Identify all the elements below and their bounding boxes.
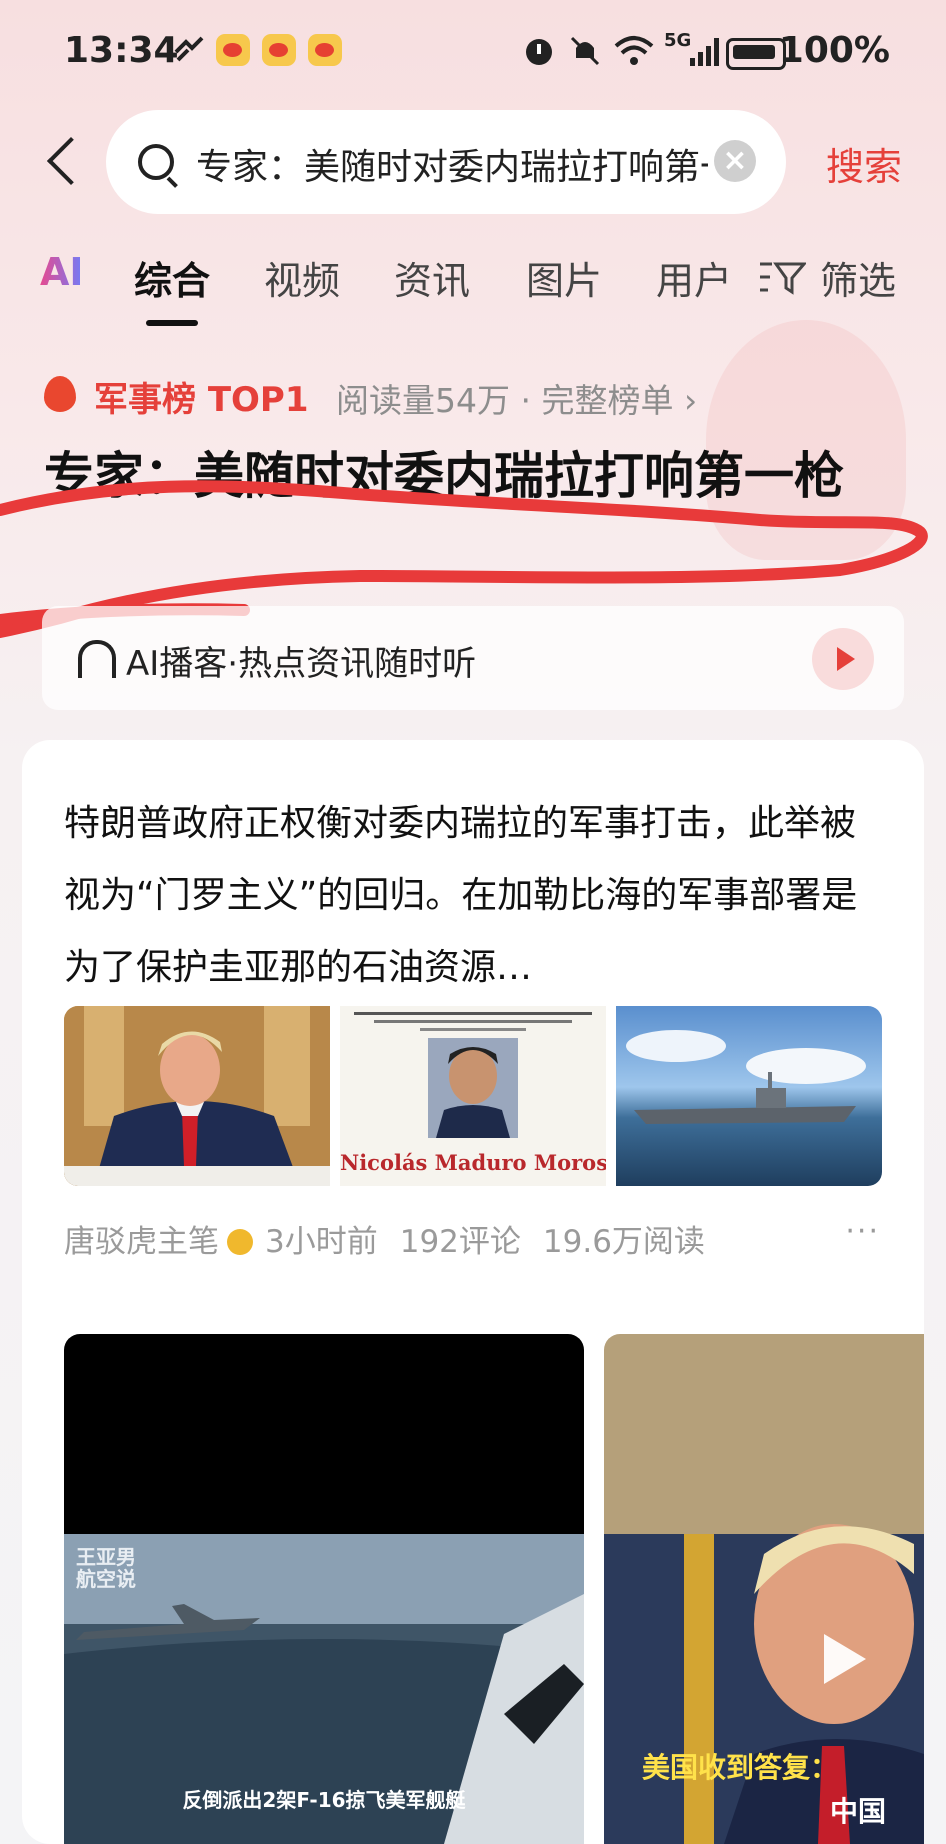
search-button[interactable]: 搜索 <box>826 136 902 191</box>
warship-photo[interactable] <box>616 1006 882 1186</box>
alarm-icon <box>522 34 556 75</box>
maduro-wanted-poster[interactable]: Nicolás Maduro Moros <box>340 1006 606 1186</box>
tab-users[interactable]: 用户 <box>656 250 732 305</box>
publish-time: 3小时前 <box>265 1224 378 1260</box>
tab-ai[interactable]: AI <box>40 250 84 294</box>
comment-count: 192评论 <box>399 1224 521 1260</box>
clear-icon[interactable]: × <box>714 140 756 182</box>
video-caption-line1: 美国收到答复： <box>642 1751 839 1784</box>
battery-icon <box>726 38 786 70</box>
link-icon <box>172 34 208 71</box>
video-thumbnail-trump[interactable]: 美国收到答复： 中国 <box>604 1334 924 1844</box>
weibo-icon <box>216 34 250 66</box>
network-type: 5G <box>664 30 692 51</box>
tab-video[interactable]: 视频 <box>264 250 340 305</box>
video-thumbnail-jet[interactable]: 王亚男 航空说 反倒派出2架F-16掠飞美军舰艇 <box>64 1334 584 1844</box>
video-caption: 反倒派出2架F-16掠飞美军舰艇 <box>182 1788 466 1812</box>
read-count: 19.6万阅读 <box>542 1224 705 1260</box>
status-time: 13:34 <box>64 30 179 71</box>
weibo-icon <box>262 34 296 66</box>
signal-icon <box>690 34 726 75</box>
wifi-icon <box>614 34 654 75</box>
author-name[interactable]: 唐驳虎主笔 <box>64 1224 219 1260</box>
video-caption-line2: 中国 <box>830 1795 887 1828</box>
filter-button[interactable]: 筛选 <box>820 250 896 305</box>
trump-press-photo[interactable] <box>64 1006 330 1186</box>
tab-comprehensive[interactable]: 综合 <box>134 250 210 305</box>
video-watermark: 王亚男 航空说 <box>76 1545 136 1591</box>
hot-rank-meta[interactable]: 阅读量54万 · 完整榜单 › <box>336 374 697 422</box>
search-icon <box>138 144 174 180</box>
ai-podcast-label: AI播客·热点资讯随时听 <box>126 644 477 684</box>
search-query[interactable]: 专家：美随时对委内瑞拉打响第一枪 <box>196 138 708 190</box>
tab-news[interactable]: 资讯 <box>394 250 470 305</box>
flame-icon <box>44 376 76 412</box>
verified-badge-icon <box>227 1229 253 1255</box>
battery-level: 100% <box>778 30 890 71</box>
hot-rank-label: 军事榜 TOP1 <box>94 380 309 420</box>
poster-caption: Nicolás Maduro Moros <box>340 1150 606 1175</box>
more-options-icon[interactable]: ··· <box>845 1214 880 1249</box>
article-meta: 唐驳虎主笔 3小时前 192评论 19.6万阅读 <box>64 1216 705 1261</box>
article-summary[interactable]: 特朗普政府正权衡对委内瑞拉的军事打击，此举被视为“门罗主义”的回归。在加勒比海的… <box>64 788 884 1004</box>
ai-podcast-bar[interactable]: AI播客·热点资讯随时听 <box>42 606 904 710</box>
weibo-icon <box>308 34 342 66</box>
play-icon[interactable] <box>812 628 874 690</box>
search-input[interactable]: 专家：美随时对委内瑞拉打响第一枪 × <box>106 110 786 214</box>
back-icon[interactable] <box>44 128 84 188</box>
filter-icon[interactable] <box>758 258 806 296</box>
status-bar: 13:34 5G 100% <box>0 0 946 100</box>
mute-icon <box>568 34 602 75</box>
tab-images[interactable]: 图片 <box>526 250 602 305</box>
hot-headline[interactable]: 专家：美随时对委内瑞拉打响第一枪 <box>44 436 864 516</box>
result-card: 特朗普政府正权衡对委内瑞拉的军事打击，此举被视为“门罗主义”的回归。在加勒比海的… <box>22 740 924 1844</box>
active-tab-indicator <box>146 320 198 326</box>
headphone-icon <box>78 640 116 678</box>
